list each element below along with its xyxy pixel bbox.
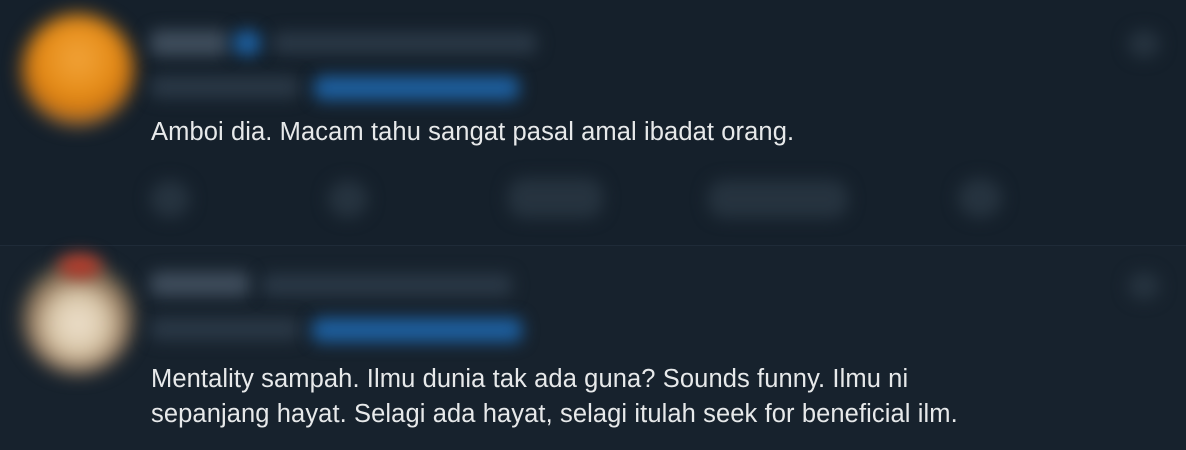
- replying-to-link-redacted[interactable]: [312, 318, 522, 342]
- reply-icon[interactable]: [150, 180, 190, 218]
- tweet[interactable]: Amboi dia. Macam tahu sangat pasal amal …: [0, 0, 1186, 246]
- tweet-feed: Amboi dia. Macam tahu sangat pasal amal …: [0, 0, 1186, 450]
- tweet-text-line: Amboi dia. Macam tahu sangat pasal amal …: [151, 118, 795, 146]
- tweet[interactable]: Mentality sampah. Ilmu dunia tak ada gun…: [0, 246, 1186, 450]
- retweet-icon[interactable]: [328, 180, 368, 218]
- tweet-text-line: sepanjang hayat. Selagi ada hayat, selag…: [151, 400, 958, 428]
- avatar[interactable]: [22, 262, 134, 374]
- more-icon[interactable]: [1128, 272, 1160, 300]
- display-name-redacted[interactable]: [150, 30, 228, 56]
- avatar[interactable]: [22, 14, 134, 126]
- replying-to-link-redacted[interactable]: [314, 76, 519, 100]
- display-name-redacted[interactable]: [150, 272, 250, 296]
- views-icon[interactable]: [708, 180, 848, 218]
- tweet-text: Amboi dia. Macam tahu sangat pasal amal …: [151, 115, 794, 150]
- more-icon[interactable]: [1128, 30, 1160, 58]
- replying-to-label-redacted: [150, 76, 300, 98]
- like-icon[interactable]: [508, 178, 603, 218]
- tweet-text-line: Mentality sampah. Ilmu dunia tak ada gun…: [151, 365, 909, 393]
- handle-and-time-redacted: [262, 274, 512, 296]
- share-icon[interactable]: [958, 178, 1002, 218]
- tweet-text: Mentality sampah. Ilmu dunia tak ada gun…: [151, 362, 958, 432]
- replying-to-label-redacted: [150, 318, 300, 340]
- verified-badge-icon: [232, 30, 262, 56]
- avatar-detail: [58, 254, 102, 278]
- handle-and-time-redacted: [272, 32, 537, 54]
